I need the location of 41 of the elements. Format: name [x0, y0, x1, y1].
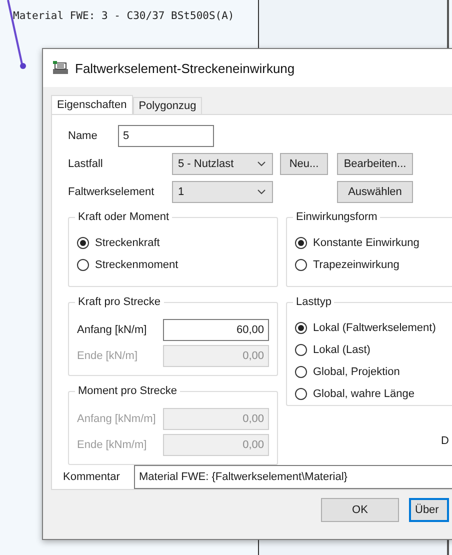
radio-option[interactable]: Trapezeinwirkung	[295, 254, 400, 276]
radio-option[interactable]: Global, wahre Länge	[295, 383, 415, 405]
field-label: Anfang [kNm/m]	[77, 413, 156, 425]
field-label: Lastfall	[68, 158, 104, 170]
radio-option[interactable]: Streckenmoment	[77, 254, 178, 276]
number-field[interactable]: 60,00	[163, 319, 269, 341]
group-title: Kraft pro Strecke	[75, 296, 164, 308]
dialog-button[interactable]: Über	[409, 498, 449, 522]
radio-option[interactable]: Lokal (Last)	[295, 339, 370, 361]
dropdown[interactable]: 1	[172, 181, 273, 203]
radio-option[interactable]: Global, Projektion	[295, 361, 400, 383]
field-label: Anfang [kN/m]	[77, 324, 147, 336]
field-label: D	[441, 435, 449, 447]
chevron-icon	[257, 161, 266, 167]
field-label: Name	[68, 130, 98, 142]
edit-button[interactable]: Bearbeiten...	[337, 153, 413, 175]
field-label: Ende [kN/m]	[77, 350, 138, 362]
tab[interactable]: Polygonzug	[132, 97, 202, 114]
material-label: Material FWE: 3 - C30/37 BSt500S(A)	[13, 10, 234, 22]
dropdown-value: 1	[178, 186, 184, 198]
group-title: Einwirkungsform	[293, 211, 380, 223]
comment-field[interactable]: Material FWE: {Faltwerkselement\Material}	[134, 465, 452, 489]
group-title: Kraft oder Moment	[75, 211, 172, 223]
new-button[interactable]: Neu...	[280, 153, 328, 175]
radio-option[interactable]: Streckenkraft	[77, 232, 160, 254]
select-button[interactable]: Auswählen	[337, 181, 413, 203]
field-label: Faltwerkselement	[68, 186, 156, 198]
chevron-icon	[257, 189, 266, 195]
tab[interactable]: Eigenschaften	[51, 95, 133, 114]
radio-option[interactable]: Lokal (Faltwerkselement)	[295, 317, 436, 339]
dropdown[interactable]: 5 - Nutzlast	[172, 153, 273, 175]
group-title: Moment pro Strecke	[75, 385, 180, 397]
field-label: Kommentar	[63, 471, 121, 483]
window-title: Faltwerkselement-Streckeneinwirkung	[75, 60, 295, 76]
structure-icon	[52, 60, 69, 76]
dialog-button[interactable]: OK	[321, 498, 399, 522]
name-field[interactable]: 5	[118, 125, 214, 147]
radio-option[interactable]: Konstante Einwirkung	[295, 232, 420, 254]
group-title: Lasttyp	[293, 296, 334, 308]
dropdown-value: 5 - Nutzlast	[178, 158, 234, 170]
field-label: Ende [kNm/m]	[77, 439, 147, 451]
